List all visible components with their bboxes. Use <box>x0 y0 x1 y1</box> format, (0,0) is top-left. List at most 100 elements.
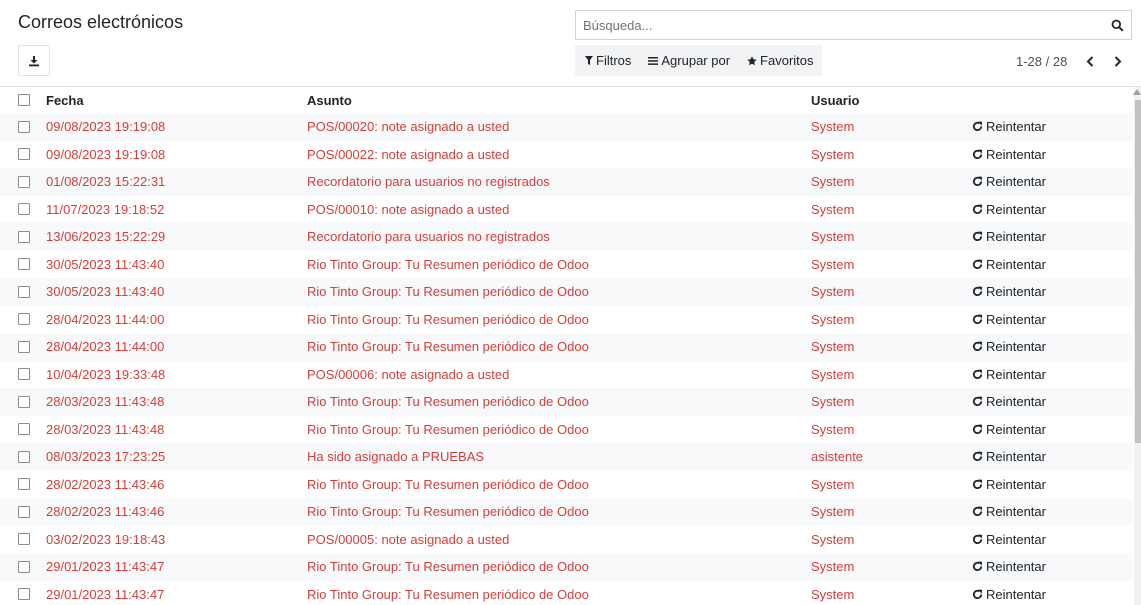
download-button[interactable] <box>18 45 50 76</box>
row-checkbox[interactable] <box>18 113 30 141</box>
pager-previous-button[interactable] <box>1076 52 1104 70</box>
select-all-checkbox[interactable] <box>18 87 30 113</box>
table-row[interactable]: 03/02/2023 19:18:43 POS/00005: note asign… <box>0 526 1133 554</box>
retry-button[interactable]: Reintentar <box>972 306 1046 334</box>
table-row[interactable]: 09/08/2023 19:19:08 POS/00020: note asign… <box>0 113 1133 141</box>
group-by-button[interactable]: Agrupar por <box>648 53 730 68</box>
table-row[interactable]: 09/08/2023 19:19:08 POS/00022: note asign… <box>0 141 1133 169</box>
row-checkbox[interactable] <box>18 443 30 471</box>
retry-button[interactable]: Reintentar <box>972 168 1046 196</box>
table-row[interactable]: 30/05/2023 11:43:40 Rio Tinto Group: Tu R… <box>0 278 1133 306</box>
retry-label: Reintentar <box>986 449 1046 465</box>
star-icon <box>747 55 757 65</box>
row-checkbox[interactable] <box>18 471 30 499</box>
row-subject: Rio Tinto Group: Tu Resumen periódico de… <box>307 476 589 492</box>
row-checkbox[interactable] <box>18 581 30 605</box>
row-subject: Rio Tinto Group: Tu Resumen periódico de… <box>307 394 589 410</box>
row-date: 29/01/2023 11:43:47 <box>46 559 165 575</box>
table-row[interactable]: 28/02/2023 11:43:46 Rio Tinto Group: Tu R… <box>0 498 1133 526</box>
search-input[interactable] <box>583 17 1110 33</box>
retry-label: Reintentar <box>986 256 1046 272</box>
table-row[interactable]: 29/01/2023 11:43:47 Rio Tinto Group: Tu R… <box>0 553 1133 581</box>
pager-value[interactable]: 1-28 / 28 <box>1016 54 1076 69</box>
bars-icon <box>648 56 659 65</box>
row-checkbox[interactable] <box>18 196 30 224</box>
column-header-subject[interactable]: Asunto <box>307 87 352 113</box>
retry-button[interactable]: Reintentar <box>972 553 1046 581</box>
row-checkbox[interactable] <box>18 361 30 389</box>
row-user: System <box>811 284 855 300</box>
retry-label: Reintentar <box>986 174 1046 190</box>
table-row[interactable]: 28/03/2023 11:43:48 Rio Tinto Group: Tu R… <box>0 416 1133 444</box>
row-checkbox[interactable] <box>18 333 30 361</box>
retry-button[interactable]: Reintentar <box>972 388 1046 416</box>
list-body: 09/08/2023 19:19:08 POS/00020: note asign… <box>0 113 1133 605</box>
table-row[interactable]: 28/03/2023 11:43:48 Rio Tinto Group: Tu R… <box>0 388 1133 416</box>
row-checkbox[interactable] <box>18 141 30 169</box>
row-checkbox[interactable] <box>18 168 30 196</box>
table-row[interactable]: 10/04/2023 19:33:48 POS/00006: note asign… <box>0 361 1133 389</box>
table-row[interactable]: 01/08/2023 15:22:31 Recordatorio para usu… <box>0 168 1133 196</box>
retry-button[interactable]: Reintentar <box>972 333 1046 361</box>
column-header-user[interactable]: Usuario <box>811 87 859 113</box>
row-checkbox[interactable] <box>18 306 30 334</box>
retry-button[interactable]: Reintentar <box>972 196 1046 224</box>
retry-button[interactable]: Reintentar <box>972 223 1046 251</box>
retry-button[interactable]: Reintentar <box>972 113 1046 141</box>
retry-button[interactable]: Reintentar <box>972 443 1046 471</box>
retry-button[interactable]: Reintentar <box>972 251 1046 279</box>
table-row[interactable]: 28/02/2023 11:43:46 Rio Tinto Group: Tu R… <box>0 471 1133 499</box>
group-by-label: Agrupar por <box>661 53 731 68</box>
retry-button[interactable]: Reintentar <box>972 526 1046 554</box>
retry-button[interactable]: Reintentar <box>972 141 1046 169</box>
table-row[interactable]: 30/05/2023 11:43:40 Rio Tinto Group: Tu R… <box>0 251 1133 279</box>
retry-button[interactable]: Reintentar <box>972 361 1046 389</box>
retry-label: Reintentar <box>986 504 1046 520</box>
row-user: System <box>811 394 855 410</box>
filters-button[interactable]: Filtros <box>585 53 631 68</box>
retry-button[interactable]: Reintentar <box>972 498 1046 526</box>
row-subject: POS/00020: note asignado a usted <box>307 119 510 135</box>
row-checkbox[interactable] <box>18 498 30 526</box>
search-icon[interactable] <box>1110 18 1124 32</box>
retry-label: Reintentar <box>986 531 1046 547</box>
row-subject: Rio Tinto Group: Tu Resumen periódico de… <box>307 559 589 575</box>
row-user: System <box>811 531 855 547</box>
control-panel: Correos electrónicos Filtros <box>0 0 1141 87</box>
retry-button[interactable]: Reintentar <box>972 416 1046 444</box>
table-row[interactable]: 08/03/2023 17:23:25 Ha sido asignado a PR… <box>0 443 1133 471</box>
retry-button[interactable]: Reintentar <box>972 278 1046 306</box>
retry-label: Reintentar <box>986 586 1046 602</box>
table-row[interactable]: 29/01/2023 11:43:47 Rio Tinto Group: Tu R… <box>0 581 1133 605</box>
table-row[interactable]: 13/06/2023 15:22:29 Recordatorio para usu… <box>0 223 1133 251</box>
row-date: 09/08/2023 19:19:08 <box>46 119 166 135</box>
pager-next-button[interactable] <box>1104 52 1132 70</box>
table-row[interactable]: 28/04/2023 11:44:00 Rio Tinto Group: Tu R… <box>0 333 1133 361</box>
row-checkbox[interactable] <box>18 278 30 306</box>
refresh-icon <box>972 176 983 187</box>
row-date: 08/03/2023 17:23:25 <box>46 449 166 465</box>
scrollbar-thumb[interactable] <box>1135 100 1141 443</box>
row-date: 30/05/2023 11:43:40 <box>46 284 165 300</box>
column-header-date[interactable]: Fecha <box>46 87 84 113</box>
favorites-button[interactable]: Favoritos <box>747 53 814 68</box>
table-row[interactable]: 28/04/2023 11:44:00 Rio Tinto Group: Tu R… <box>0 306 1133 334</box>
refresh-icon <box>972 369 983 379</box>
row-subject: POS/00010: note asignado a usted <box>307 201 510 217</box>
row-date: 28/03/2023 11:43:48 <box>46 394 165 410</box>
row-checkbox[interactable] <box>18 223 30 251</box>
table-row[interactable]: 11/07/2023 19:18:52 POS/00010: note asign… <box>0 196 1133 224</box>
row-checkbox[interactable] <box>18 553 30 581</box>
row-subject: Rio Tinto Group: Tu Resumen periódico de… <box>307 311 589 327</box>
row-checkbox[interactable] <box>18 388 30 416</box>
retry-button[interactable]: Reintentar <box>972 581 1046 605</box>
row-checkbox[interactable] <box>18 251 30 279</box>
retry-button[interactable]: Reintentar <box>972 471 1046 499</box>
row-checkbox[interactable] <box>18 416 30 444</box>
refresh-icon <box>972 231 983 242</box>
row-checkbox[interactable] <box>18 526 30 554</box>
row-date: 29/01/2023 11:43:47 <box>46 586 165 602</box>
row-date: 13/06/2023 15:22:29 <box>46 229 166 245</box>
scroll-up-arrow[interactable] <box>1133 89 1141 95</box>
row-subject: Rio Tinto Group: Tu Resumen periódico de… <box>307 504 589 520</box>
